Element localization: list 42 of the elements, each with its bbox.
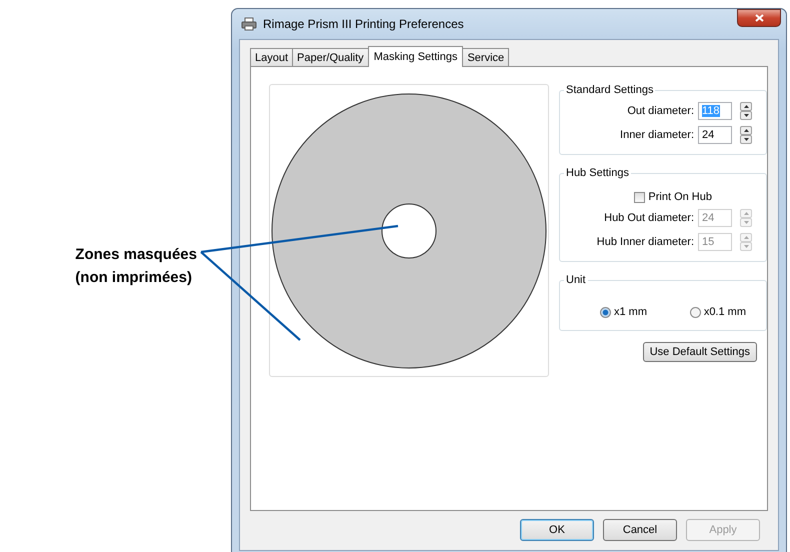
radio-label: x1 mm — [614, 306, 647, 318]
radio-button[interactable] — [600, 306, 611, 318]
tab[interactable]: Paper/Quality — [292, 48, 369, 66]
up-triangle-icon — [744, 212, 748, 215]
default-settings-button[interactable]: Use Default Settings — [642, 342, 757, 362]
close-icon — [754, 14, 764, 22]
down-triangle-icon — [744, 245, 748, 248]
annotation-text: Zones masquées (non imprimées) — [75, 245, 197, 288]
field-value: 24 — [702, 129, 714, 141]
radio-button[interactable] — [690, 306, 701, 318]
checkbox[interactable] — [634, 192, 646, 202]
down-triangle-icon — [744, 138, 748, 141]
close-button[interactable] — [737, 9, 781, 27]
radio-label: x0.1 mm — [704, 306, 746, 318]
up-triangle-icon — [744, 105, 748, 108]
tab[interactable]: Masking Settings — [368, 46, 464, 67]
spin-up-button[interactable] — [740, 102, 752, 111]
spin-up-button[interactable] — [740, 126, 752, 135]
group-title: Standard Settings — [565, 84, 654, 96]
down-triangle-icon — [744, 221, 748, 224]
checkbox-label: Print On Hub — [648, 191, 712, 203]
group-title: Unit — [565, 274, 587, 286]
down-triangle-icon — [744, 114, 748, 117]
field-label: Out diameter: — [627, 105, 694, 117]
field-label: Inner diameter: — [620, 129, 694, 141]
spin-down-button[interactable] — [740, 135, 752, 144]
field-value: 15 — [702, 236, 714, 248]
dialog-button[interactable]: OK — [520, 519, 594, 541]
tab[interactable]: Service — [462, 48, 510, 66]
dialog-button[interactable]: Cancel — [603, 519, 677, 541]
up-triangle-icon — [744, 236, 748, 239]
up-triangle-icon — [744, 129, 748, 132]
group-title: Hub Settings — [565, 167, 630, 179]
field-label: Hub Out diameter: — [604, 212, 694, 224]
input-field[interactable]: 24 — [698, 126, 732, 144]
field-value: 118 — [702, 105, 720, 117]
printer-icon — [241, 17, 257, 31]
field-value: 24 — [702, 212, 714, 224]
window-title: Rimage Prism III Printing Preferences — [263, 17, 465, 31]
spin-down-button[interactable] — [740, 111, 752, 120]
tab[interactable]: Layout — [250, 48, 294, 66]
field-label: Hub Inner diameter: — [596, 236, 694, 248]
